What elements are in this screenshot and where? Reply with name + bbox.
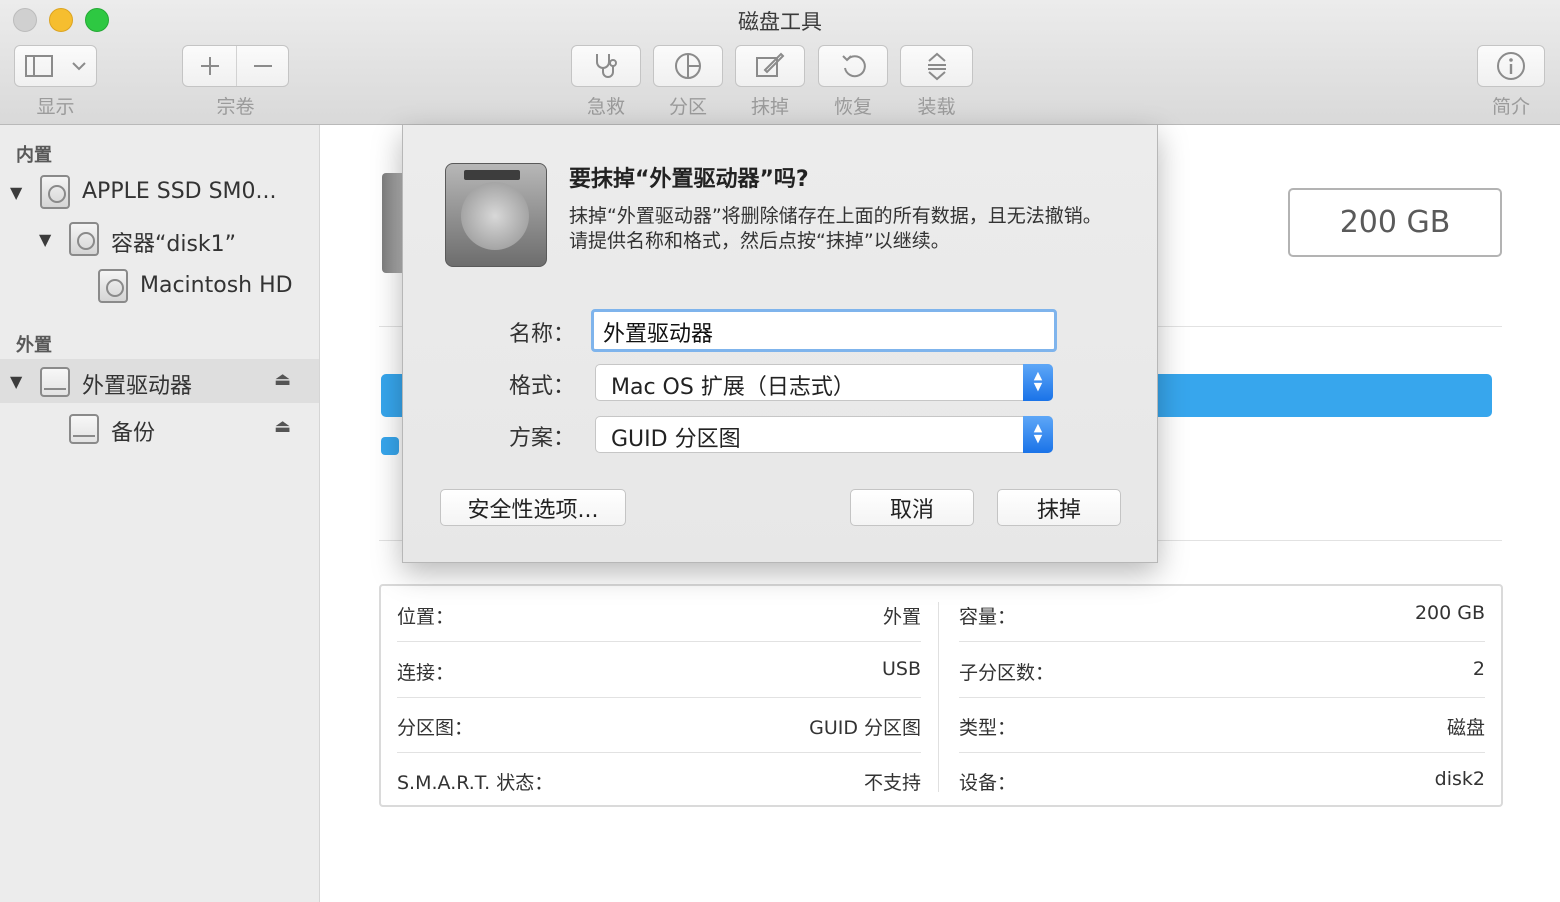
- eraser-icon: [756, 52, 785, 77]
- sidebar-item-label: 容器“disk1”: [111, 232, 237, 257]
- first-aid-button[interactable]: [571, 45, 641, 87]
- external-drive-icon: [40, 367, 70, 397]
- volume-segmented-control: [182, 45, 289, 87]
- usage-legend-swatch: [381, 437, 399, 455]
- info-value: disk2: [1434, 768, 1485, 790]
- erase-sheet-dialog: 要抹掉“外置驱动器”吗? 抹掉“外置驱动器”将删除储存在上面的所有数据，且无法撤…: [402, 125, 1158, 563]
- sidebar-item-backup[interactable]: 备份 ⏏: [0, 406, 319, 450]
- hard-drive-icon: [98, 269, 128, 303]
- info-value: GUID 分区图: [809, 717, 921, 739]
- info-value: 200 GB: [1414, 602, 1485, 624]
- info-value: 不支持: [863, 772, 921, 794]
- name-field[interactable]: 外置驱动器: [591, 309, 1057, 352]
- info-row-connection: 连接： USB: [397, 642, 921, 697]
- info-value: 2: [1472, 658, 1485, 680]
- partition-button[interactable]: [653, 45, 723, 87]
- pie-chart-icon: [675, 53, 701, 79]
- add-volume-button[interactable]: [183, 46, 236, 86]
- window-title: 磁盘工具: [738, 10, 822, 34]
- sidebar-item-macintosh-hd[interactable]: Macintosh HD: [0, 264, 319, 308]
- info-key: S.M.A.R.T. 状态：: [397, 772, 554, 794]
- format-select-value: Mac OS 扩展（日志式）: [611, 375, 855, 400]
- hard-drive-icon: [69, 222, 99, 256]
- sidebar-item-label: APPLE SSD SM0...: [82, 179, 277, 204]
- view-button[interactable]: [14, 45, 97, 87]
- info-row-child-count: 子分区数： 2: [959, 642, 1485, 697]
- window-toolbar: 磁盘工具 显示 宗卷 急救 分区 抹掉 恢复 装载 简介: [0, 0, 1560, 125]
- sidebar: 内置 ▼ APPLE SSD SM0... ▼ 容器“disk1” Macint…: [0, 125, 320, 902]
- plus-icon: [200, 57, 219, 75]
- mount-button[interactable]: [900, 45, 973, 87]
- info-key: 容量：: [959, 606, 1017, 628]
- popup-arrows-icon: ▲ ▼: [1023, 364, 1053, 401]
- first-aid-label: 急救: [586, 96, 625, 118]
- minus-icon: [254, 65, 272, 67]
- info-value: 外置: [882, 606, 921, 628]
- volume-label: 宗卷: [216, 96, 255, 118]
- info-key: 分区图：: [397, 717, 474, 739]
- info-row-smart-status: S.M.A.R.T. 状态： 不支持: [397, 752, 921, 807]
- info-row-type: 类型： 磁盘: [959, 697, 1485, 752]
- sidebar-header-internal: 内置: [16, 145, 52, 166]
- sidebar-item-container[interactable]: ▼ 容器“disk1”: [0, 217, 319, 261]
- capacity-display: 200 GB: [1288, 188, 1502, 257]
- restore-label: 恢复: [833, 96, 872, 118]
- restore-button[interactable]: [818, 45, 888, 87]
- scheme-label: 方案：: [509, 426, 576, 451]
- external-drive-icon: [69, 414, 99, 444]
- popup-arrows-icon: ▲ ▼: [1023, 416, 1053, 453]
- column-divider: [938, 602, 939, 792]
- sheet-message: 抹掉“外置驱动器”将删除储存在上面的所有数据，且无法撤销。请提供名称和格式，然后…: [569, 205, 1102, 252]
- sidebar-item-label: 外置驱动器: [82, 374, 193, 399]
- disclosure-triangle-icon[interactable]: ▼: [10, 372, 22, 391]
- info-button[interactable]: [1477, 45, 1545, 87]
- name-label: 名称：: [509, 322, 576, 347]
- format-label: 格式：: [509, 374, 576, 399]
- security-options-button[interactable]: 安全性选项...: [440, 489, 626, 526]
- sheet-title: 要抹掉“外置驱动器”吗?: [569, 167, 809, 192]
- cancel-button[interactable]: 取消: [850, 489, 974, 526]
- sidebar-item-external-drive[interactable]: ▼ 外置驱动器 ⏏: [0, 359, 319, 403]
- erase-label: 抹掉: [750, 96, 789, 118]
- info-key: 子分区数：: [959, 662, 1055, 684]
- scheme-select[interactable]: GUID 分区图 ▲ ▼: [595, 416, 1053, 453]
- disclosure-triangle-icon[interactable]: ▼: [10, 183, 22, 202]
- info-row-device: 设备： disk2: [959, 752, 1485, 807]
- info-label: 简介: [1491, 96, 1530, 118]
- info-key: 连接：: [397, 662, 455, 684]
- remove-volume-button[interactable]: [237, 46, 289, 86]
- sidebar-icon: [24, 55, 53, 77]
- info-row-capacity: 容量： 200 GB: [959, 586, 1485, 641]
- erase-toolbar-button[interactable]: [735, 45, 805, 87]
- restore-icon: [842, 55, 866, 78]
- partition-label: 分区: [668, 96, 707, 118]
- sidebar-item-label: Macintosh HD: [140, 273, 293, 298]
- hard-drive-icon: [40, 175, 70, 209]
- format-select[interactable]: Mac OS 扩展（日志式） ▲ ▼: [595, 364, 1053, 401]
- scheme-select-value: GUID 分区图: [611, 427, 741, 452]
- mount-label: 装载: [917, 96, 956, 118]
- sidebar-item-label: 备份: [111, 421, 156, 446]
- info-icon: [1497, 52, 1525, 80]
- eject-icon[interactable]: ⏏: [274, 416, 291, 437]
- hard-drive-icon: [445, 163, 547, 267]
- disclosure-triangle-icon[interactable]: ▼: [39, 230, 51, 249]
- chevron-down-icon: [72, 62, 86, 71]
- view-label: 显示: [36, 96, 75, 118]
- sidebar-item-apple-ssd[interactable]: ▼ APPLE SSD SM0...: [0, 170, 319, 214]
- stethoscope-icon: [596, 54, 617, 78]
- eject-icon[interactable]: ⏏: [274, 369, 291, 390]
- info-row-partition-map: 分区图： GUID 分区图: [397, 697, 921, 752]
- info-key: 类型：: [959, 717, 1017, 739]
- erase-button[interactable]: 抹掉: [997, 489, 1121, 526]
- info-key: 位置：: [397, 606, 455, 628]
- mount-icon: [927, 52, 946, 81]
- info-value: 磁盘: [1446, 717, 1485, 739]
- info-row-location: 位置： 外置: [397, 586, 921, 641]
- info-table: 位置： 外置 容量： 200 GB 连接： USB 子分区数： 2 分区图： G…: [379, 584, 1503, 807]
- info-value: USB: [881, 658, 921, 680]
- sidebar-header-external: 外置: [16, 335, 52, 356]
- info-key: 设备：: [959, 772, 1017, 794]
